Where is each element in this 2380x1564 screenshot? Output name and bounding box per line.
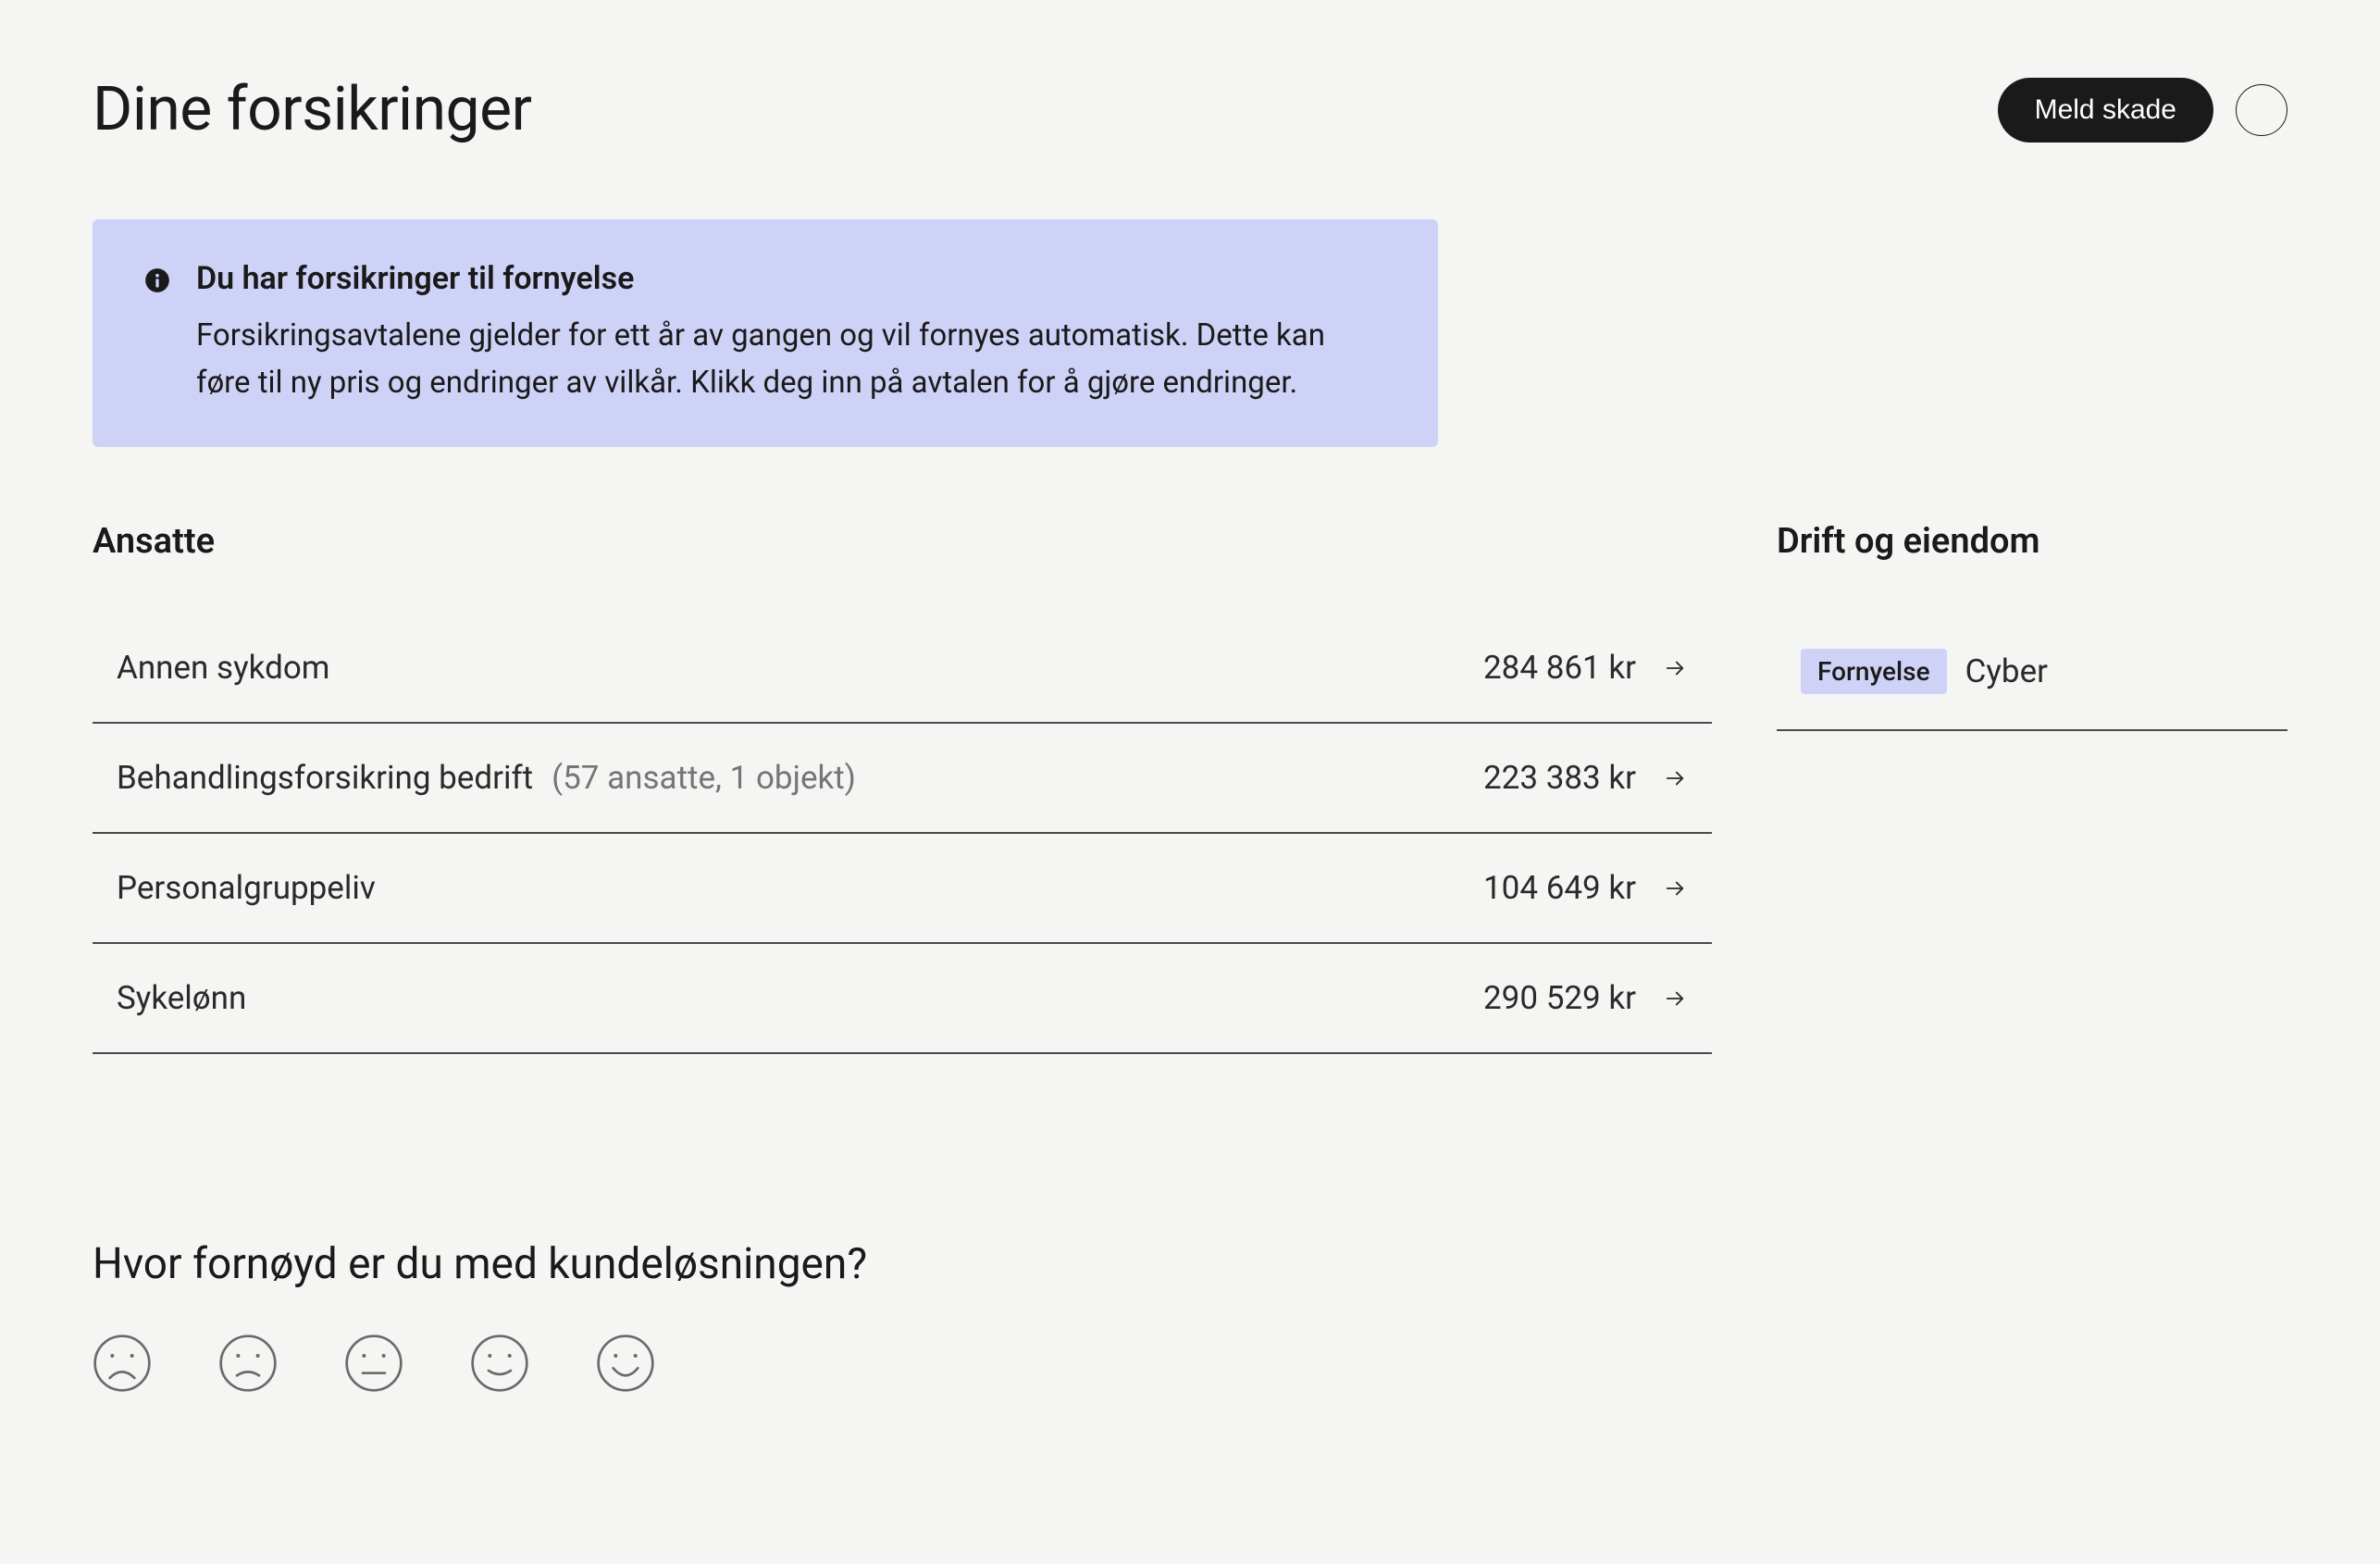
renewal-badge: Fornyelse	[1801, 649, 1947, 694]
alert-content: Du har forsikringer til fornyelse Forsik…	[196, 260, 1386, 406]
alert-title: Du har forsikringer til fornyelse	[196, 260, 1386, 297]
header-actions: Meld skade	[1998, 78, 2287, 143]
section-title-operations: Drift og eiendom	[1777, 521, 2287, 562]
feedback-title: Hvor fornøyd er du med kundeløsningen?	[93, 1239, 2287, 1289]
arrow-right-icon	[1662, 986, 1688, 1012]
employees-section: Ansatte Annen sykdom 284 861 kr Behandli…	[93, 521, 1712, 1054]
page-title: Dine forsikringer	[93, 74, 531, 145]
feedback-section: Hvor fornøyd er du med kundeløsningen?	[93, 1239, 2287, 1393]
page-header: Dine forsikringer Meld skade	[93, 74, 2287, 145]
insurance-price: 284 861 kr	[1483, 649, 1636, 687]
insurance-name: Annen sykdom	[117, 649, 329, 687]
section-title-employees: Ansatte	[93, 521, 1712, 562]
face-happy-button[interactable]	[470, 1334, 529, 1393]
alert-body: Forsikringsavtalene gjelder for ett år a…	[196, 312, 1386, 406]
face-very-happy-button[interactable]	[596, 1334, 655, 1393]
face-very-sad-button[interactable]	[93, 1334, 152, 1393]
insurance-price: 223 383 kr	[1483, 759, 1636, 797]
insurance-row[interactable]: Annen sykdom 284 861 kr	[93, 614, 1712, 724]
insurance-name: Cyber	[1965, 652, 2048, 690]
insurance-row[interactable]: Personalgruppeliv 104 649 kr	[93, 834, 1712, 944]
feedback-faces	[93, 1334, 2287, 1393]
report-damage-button[interactable]: Meld skade	[1998, 78, 2213, 143]
insurance-name: Behandlingsforsikring bedrift	[117, 759, 533, 797]
insurance-row[interactable]: Behandlingsforsikring bedrift (57 ansatt…	[93, 724, 1712, 834]
insurance-price: 290 529 kr	[1483, 979, 1636, 1017]
renewal-alert: Du har forsikringer til fornyelse Forsik…	[93, 219, 1438, 447]
info-icon	[144, 267, 170, 293]
insurance-meta: (57 ansatte, 1 objekt)	[552, 759, 856, 797]
insurance-price: 104 649 kr	[1483, 869, 1636, 907]
insurance-row[interactable]: Sykelønn 290 529 kr	[93, 944, 1712, 1054]
face-neutral-button[interactable]	[344, 1334, 403, 1393]
arrow-right-icon	[1662, 765, 1688, 791]
arrow-right-icon	[1662, 875, 1688, 901]
arrow-right-icon	[1662, 655, 1688, 681]
operations-section: Drift og eiendom Fornyelse Cyber	[1777, 521, 2287, 1054]
insurance-name: Personalgruppeliv	[117, 869, 376, 907]
insurance-row[interactable]: Fornyelse Cyber	[1777, 614, 2287, 731]
secondary-round-button[interactable]	[2236, 84, 2287, 136]
insurance-name: Sykelønn	[117, 979, 246, 1017]
face-sad-button[interactable]	[218, 1334, 278, 1393]
